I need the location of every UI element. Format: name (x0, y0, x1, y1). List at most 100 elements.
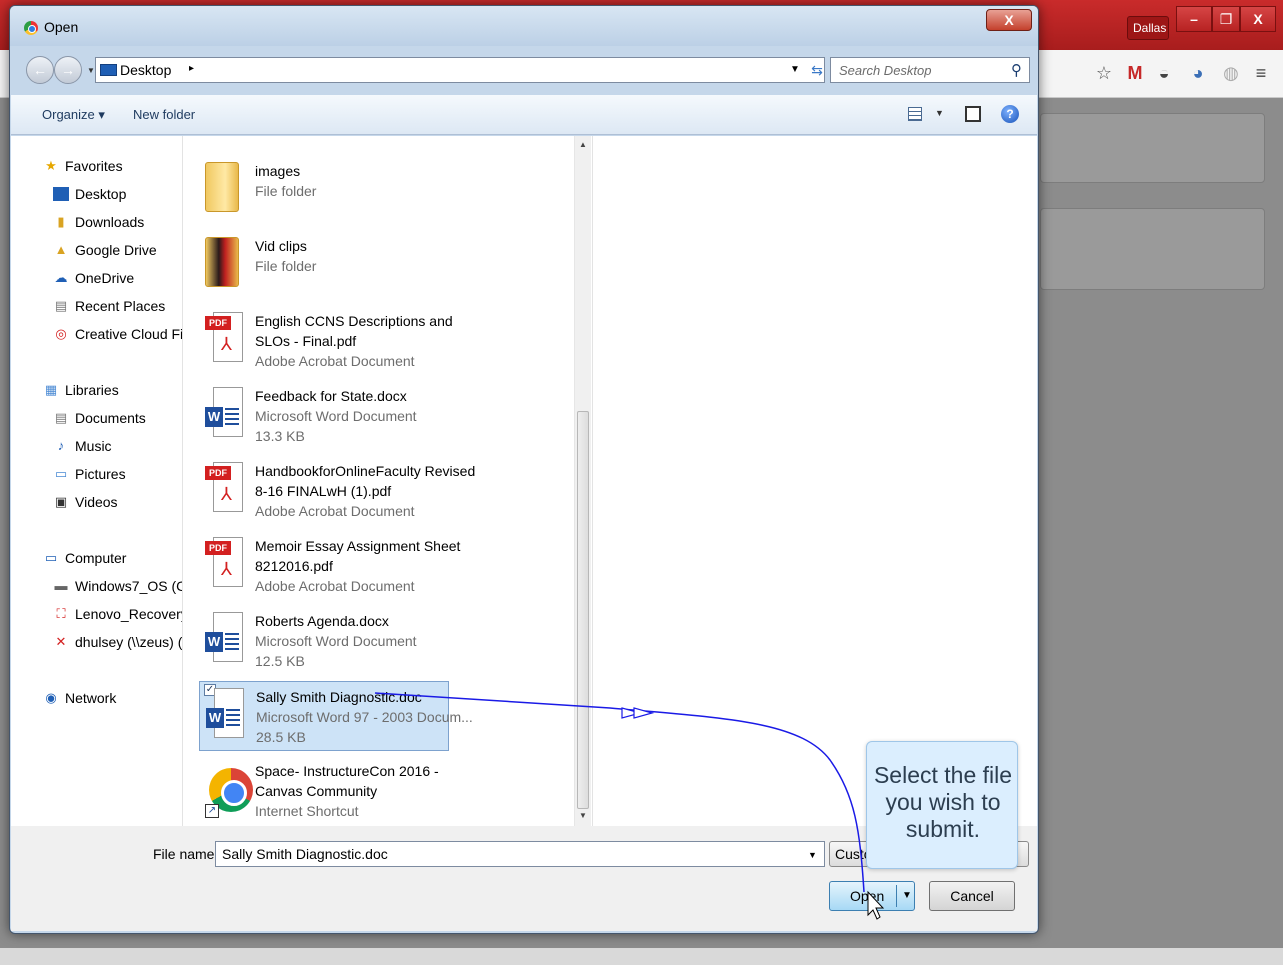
new-folder-button[interactable]: New folder (133, 107, 195, 122)
taskbar-strip (0, 948, 1283, 965)
network-drive-icon: ✕ (55, 634, 67, 649)
address-location[interactable]: Desktop (120, 62, 171, 78)
callout-line: submit. (905, 816, 981, 842)
scroll-thumb[interactable] (577, 411, 589, 809)
nav-pictures[interactable]: ▭ Pictures (55, 466, 126, 482)
page-card (1040, 113, 1265, 183)
scroll-down-icon[interactable]: ▼ (579, 811, 587, 820)
pdf-badge: PDF (205, 541, 231, 555)
dialog-content: ★ Favorites Desktop ▮ Downloads ▲ Google Dr… (11, 136, 1037, 826)
file-type: Internet Shortcut (255, 803, 359, 819)
address-bar[interactable]: Desktop ▸ ▼ ⇆ (95, 57, 825, 83)
word-badge-icon: W (205, 407, 223, 427)
file-name-input[interactable]: Sally Smith Diagnostic.doc ▼ (215, 841, 825, 867)
profile-button[interactable]: Dallas (1127, 16, 1169, 40)
search-icon[interactable]: ⚲ (1011, 61, 1022, 79)
file-name-value[interactable]: Sally Smith Diagnostic.doc (222, 846, 388, 862)
navigation-bar: ← → ▼ Desktop ▸ ▼ ⇆ Search Desktop ⚲ (10, 52, 1038, 90)
back-button[interactable]: ← (26, 56, 54, 84)
callout-line: you wish to (885, 789, 1001, 815)
nav-drive-c[interactable]: ▬ Windows7_OS (C:) (55, 578, 183, 594)
change-view-icon[interactable] (908, 107, 922, 121)
nav-music[interactable]: ♪ Music (58, 438, 112, 454)
file-list-scrollbar[interactable]: ▲ ▼ (574, 136, 591, 826)
recent-locations-dropdown[interactable]: ▼ (87, 66, 95, 75)
nav-network[interactable]: ◉ Network (45, 690, 116, 706)
nav-downloads[interactable]: ▮ Downloads (57, 214, 145, 230)
nav-drive-q[interactable]: ⛶ Lenovo_Recovery (Q (56, 606, 182, 622)
address-dropdown-icon[interactable]: ▼ (790, 64, 800, 75)
file-size: 13.3 KB (255, 428, 305, 444)
organize-menu[interactable]: Organize ▾ (42, 107, 105, 123)
preview-pane-icon[interactable] (965, 106, 981, 122)
help-icon[interactable]: ? (1001, 105, 1019, 123)
refresh-icon[interactable]: ⇆ (805, 60, 829, 80)
nav-computer[interactable]: ▭ Computer (45, 550, 127, 566)
nav-label: Google Drive (75, 242, 157, 258)
forward-button[interactable]: → (54, 56, 82, 84)
instruction-callout: Select the file you wish to submit. (866, 741, 1018, 869)
nav-label: OneDrive (75, 270, 135, 286)
nav-label: Computer (65, 550, 127, 566)
nav-label: Windows7_OS (C:) (75, 578, 183, 594)
onedrive-icon: ☁ (54, 270, 68, 285)
file-name-line2: 8212016.pdf (255, 558, 333, 574)
chrome-icon (24, 21, 38, 35)
list-item[interactable]: W Feedback for State.docx Microsoft Word… (199, 381, 449, 447)
nav-creative-cloud[interactable]: ◎ Creative Cloud Files (55, 326, 182, 342)
list-item[interactable]: PDF ⅄ HandbookforOnlineFaculty Revised 8… (199, 456, 475, 528)
minimize-button[interactable]: – (1176, 6, 1212, 32)
preview-pane (592, 136, 1037, 826)
breadcrumb-chevron-icon[interactable]: ▸ (189, 63, 194, 74)
doc-lines (225, 405, 239, 425)
open-button[interactable]: Open ▼ (829, 881, 915, 911)
view-dropdown-icon[interactable]: ▼ (935, 108, 944, 118)
nav-drive-y[interactable]: ✕ dhulsey (\\zeus) (Y:) (56, 634, 182, 650)
list-item[interactable] (199, 136, 449, 142)
nav-desktop[interactable]: Desktop (53, 186, 126, 202)
file-name-dropdown-icon[interactable]: ▼ (808, 850, 817, 860)
nav-favorites[interactable]: ★ Favorites (45, 158, 123, 174)
list-item[interactable]: images File folder (199, 156, 449, 222)
nav-documents[interactable]: ▤ Documents (55, 410, 146, 426)
file-name: English CCNS Descriptions and (255, 313, 453, 329)
doc-lines (226, 706, 240, 726)
nav-recent-places[interactable]: ▤ Recent Places (55, 298, 165, 314)
file-size: 28.5 KB (256, 729, 306, 745)
list-item[interactable]: PDF ⅄ Memoir Essay Assignment Sheet 8212… (199, 531, 460, 603)
file-name-label: File name: (153, 846, 219, 862)
pocket-icon[interactable]: ◒ (1153, 62, 1175, 84)
nav-videos[interactable]: ▣ Videos (55, 494, 118, 510)
scroll-up-icon[interactable]: ▲ (579, 140, 587, 149)
folder-icon (205, 162, 239, 212)
cancel-button[interactable]: Cancel (929, 881, 1015, 911)
list-item[interactable]: ↗ Space- InstructureCon 2016 - Canvas Co… (199, 756, 449, 826)
nav-google-drive[interactable]: ▲ Google Drive (55, 242, 157, 258)
file-name: HandbookforOnlineFaculty Revised (255, 463, 476, 479)
star-icon[interactable]: ☆ (1093, 62, 1115, 84)
nav-label: Videos (75, 494, 118, 510)
list-item[interactable]: W Roberts Agenda.docx Microsoft Word Doc… (199, 606, 449, 672)
extension-icon-2[interactable]: ◍ (1220, 62, 1242, 84)
list-item[interactable]: PDF ⅄ English CCNS Descriptions and SLOs… (199, 306, 453, 378)
drive-icon: ▬ (54, 578, 68, 593)
menu-icon[interactable]: ≡ (1250, 62, 1272, 84)
nav-label: Downloads (75, 214, 145, 230)
downloads-folder-icon: ▮ (57, 214, 65, 229)
word-badge-icon: W (205, 632, 223, 652)
open-dropdown-icon[interactable]: ▼ (902, 890, 912, 901)
list-item-selected[interactable]: ✓ W Sally Smith Diagnostic.doc Microsoft… (199, 681, 473, 751)
extension-icon[interactable]: ◕ (1187, 62, 1209, 84)
search-input[interactable]: Search Desktop ⚲ (830, 57, 1030, 83)
list-item[interactable]: Vid clips File folder (199, 231, 449, 297)
file-type: Microsoft Word 97 - 2003 Docum... (256, 709, 473, 725)
nav-onedrive[interactable]: ☁ OneDrive (55, 270, 135, 286)
gmail-icon[interactable]: M (1124, 62, 1146, 84)
nav-libraries[interactable]: ▦ Libraries (45, 382, 119, 398)
libraries-icon: ▦ (44, 382, 58, 397)
dialog-close-button[interactable]: X (986, 9, 1032, 31)
nav-label: Favorites (65, 158, 123, 174)
browser-close-button[interactable]: X (1240, 6, 1276, 32)
maximize-button[interactable]: ❐ (1212, 6, 1240, 32)
desktop-icon (100, 64, 117, 76)
